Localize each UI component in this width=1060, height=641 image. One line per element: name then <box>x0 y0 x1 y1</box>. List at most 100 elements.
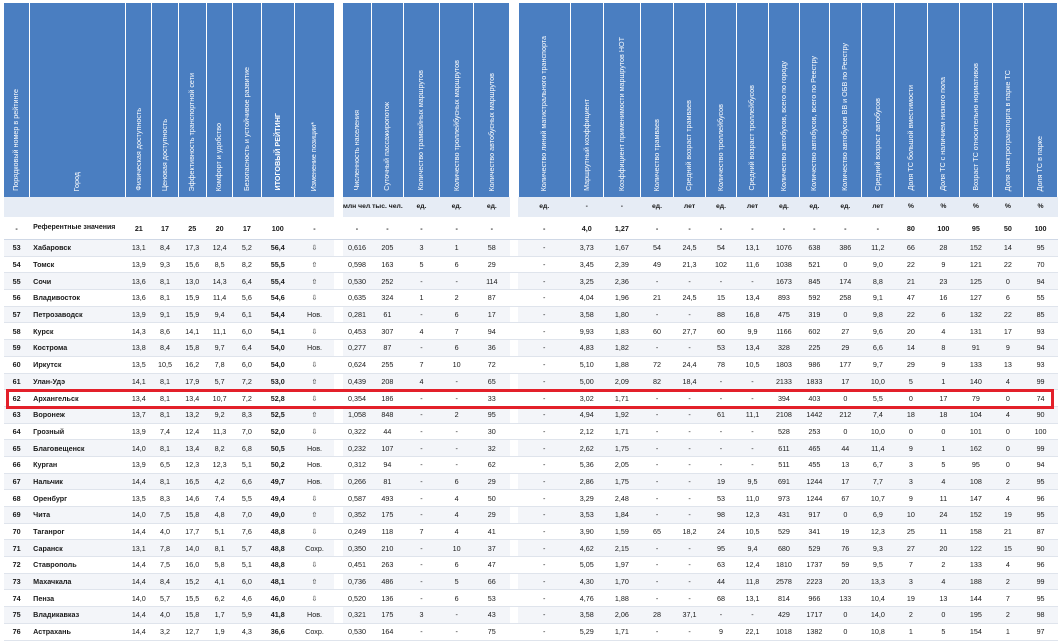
value-cell: 13 <box>992 356 1024 374</box>
column-header-4: Эффективность транспортной сети <box>178 3 207 197</box>
value-cell: 9 <box>992 339 1024 357</box>
value-cell: - <box>673 272 706 291</box>
value-cell: 521 <box>799 256 830 274</box>
value-cell: 14,0 <box>178 539 207 558</box>
city-name-cell: Пенза <box>29 589 126 608</box>
column-header-label: Изменение позиции* <box>309 121 319 191</box>
column-header-label: Средний возраст трамваев <box>684 100 694 191</box>
value-cell: 62 <box>473 456 510 474</box>
column-header-label: Ценовая доступность <box>159 118 169 191</box>
value-cell: 33 <box>473 389 510 407</box>
value-cell: - <box>673 556 706 574</box>
value-cell: - <box>518 256 571 274</box>
value-cell <box>509 356 519 374</box>
value-cell: 7,8 <box>206 356 233 374</box>
value-cell: 44 <box>705 573 737 591</box>
value-cell: 9,1 <box>861 289 895 307</box>
value-cell: 15,6 <box>178 256 207 274</box>
value-cell: 7 <box>992 589 1024 608</box>
value-cell: 5,1 <box>232 556 262 574</box>
reference-values-row: - Референтные значения 21 17 25 20 17 100- - - - - -… <box>4 217 1058 240</box>
value-cell: - <box>673 573 706 591</box>
value-cell: 6 <box>439 556 474 574</box>
value-cell: 7,2 <box>232 389 262 407</box>
value-cell: - <box>673 339 706 357</box>
value-cell: 95 <box>1023 473 1058 491</box>
value-cell: 13,9 <box>125 456 152 474</box>
value-cell: - <box>439 439 474 457</box>
value-cell: 1442 <box>799 406 830 424</box>
rank-cell: 73 <box>4 573 30 591</box>
value-cell: - <box>640 539 674 558</box>
city-name-cell: Владивосток <box>29 289 126 307</box>
value-cell: 11 <box>927 523 960 541</box>
value-cell: - <box>673 506 706 524</box>
position-change-cell: ⇩ <box>294 289 335 307</box>
value-cell: 845 <box>799 272 830 291</box>
value-cell: 9 <box>894 489 928 507</box>
value-cell: 97 <box>1023 623 1058 641</box>
value-cell: 49,4 <box>261 489 295 507</box>
unit-cell: ед. <box>768 197 800 217</box>
value-cell: 1833 <box>799 373 830 391</box>
column-header-7: ИТОГОВЫЙ РЕЙТИНГ <box>261 3 296 197</box>
value-cell: - <box>640 272 674 291</box>
value-cell: 68 <box>705 589 737 608</box>
value-cell: 3,58 <box>570 606 603 624</box>
value-cell: - <box>403 473 440 491</box>
value-cell: 107 <box>371 439 404 457</box>
value-cell: 3 <box>894 473 928 491</box>
value-cell: 2 <box>894 606 928 624</box>
value-cell: 49,7 <box>261 473 295 491</box>
value-cell: 1,59 <box>603 523 641 541</box>
value-cell: 13,4 <box>178 439 207 457</box>
value-cell: - <box>403 556 440 574</box>
value-cell: 14,6 <box>178 489 207 507</box>
value-cell: 12,3 <box>178 456 207 474</box>
city-name-cell: Чита <box>29 506 126 524</box>
value-cell: 6,4 <box>232 339 262 357</box>
value-cell: 87 <box>1023 523 1058 541</box>
value-cell: 67 <box>829 489 862 507</box>
value-cell: 114 <box>473 272 510 291</box>
position-change-cell: Сохр. <box>294 539 335 558</box>
value-cell: 1 <box>894 623 928 641</box>
value-cell: 54,1 <box>261 322 295 341</box>
column-header-label: Возраст ТС относительно нормативов <box>970 63 980 191</box>
unit-cell: ед. <box>705 197 737 217</box>
column-header-label: Физическая доступность <box>133 108 143 191</box>
value-cell: 41 <box>473 523 510 541</box>
position-change-cell: ⇩ <box>294 556 335 574</box>
value-cell: - <box>518 272 571 291</box>
value-cell: 93 <box>1023 322 1058 341</box>
value-cell: 18 <box>894 406 928 424</box>
value-cell <box>334 423 343 441</box>
column-header-label: Доля ТС в парке <box>1035 135 1045 191</box>
value-cell: 118 <box>371 523 404 541</box>
column-header-label: Количество трамваев <box>651 118 661 191</box>
value-cell: 8,6 <box>151 322 179 341</box>
value-cell: 328 <box>768 339 800 357</box>
value-cell: 95 <box>1023 239 1058 257</box>
value-cell <box>509 272 519 291</box>
column-header-label: Количество троллейбусов <box>715 103 725 191</box>
value-cell: 1,83 <box>603 322 641 341</box>
value-cell: 0,451 <box>342 556 372 574</box>
value-cell: 691 <box>768 473 800 491</box>
value-cell: 475 <box>768 306 800 324</box>
value-cell: 95 <box>1023 589 1058 608</box>
value-cell: 1,80 <box>603 306 641 324</box>
value-cell: 4,3 <box>232 623 262 641</box>
reference-cell: - <box>829 217 862 240</box>
value-cell: 6 <box>992 289 1024 307</box>
rank-cell: 58 <box>4 322 30 341</box>
unit-cell <box>125 197 152 217</box>
value-cell: 4,8 <box>206 506 233 524</box>
value-cell: 258 <box>829 289 862 307</box>
value-cell: 2223 <box>799 573 830 591</box>
value-cell: 0,439 <box>342 373 372 391</box>
column-header-label: Количество автобусов, всего по городу <box>778 60 788 191</box>
value-cell: 14,0 <box>861 606 895 624</box>
value-cell: 1,67 <box>603 239 641 257</box>
value-cell: 638 <box>799 239 830 257</box>
